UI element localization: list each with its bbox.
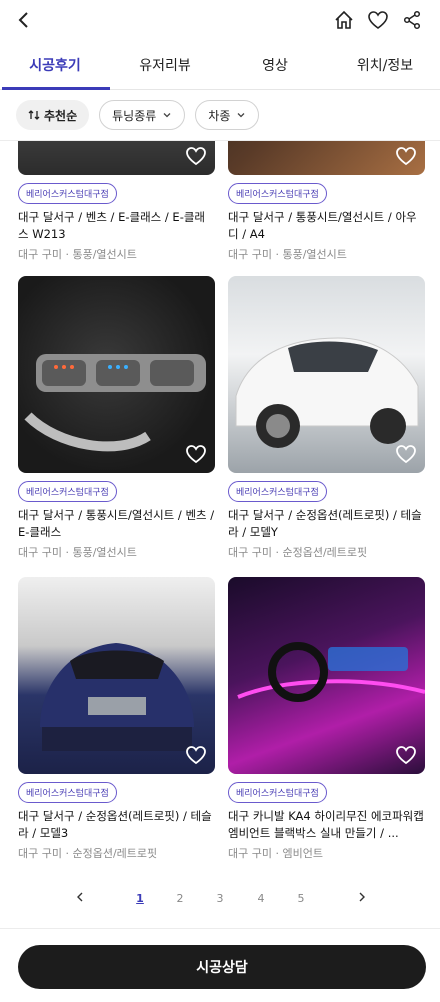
tab-construction-reviews[interactable]: 시공후기 [0,44,110,90]
review-title: 대구 달서구 / 통풍시트/열선시트 / 아우디 / A4 [228,210,417,241]
review-card[interactable]: 베리어스커스텀대구점 대구 달서구 / 순정옵션(레트로핏) / 테슬라 / 모… [18,577,215,861]
chevron-down-icon [237,113,245,118]
bottom-bar: 시공상담 [0,928,440,1002]
tab-location-info[interactable]: 위치/정보 [330,44,440,89]
heart-icon[interactable] [395,443,417,465]
heart-icon[interactable] [185,443,207,465]
review-meta: 대구 구미 · 엠비언트 [228,847,323,860]
home-icon [335,10,353,29]
filter-bar: 추천순 튜닝종류 차종 [16,100,260,130]
tab-bar: 시공후기 유저리뷰 영상 위치/정보 [0,44,440,90]
review-photo [228,577,425,774]
review-meta: 대구 구미 · 순정옵션/레트로핏 [18,847,158,860]
review-photo [18,577,215,774]
review-title: 대구 달서구 / 순정옵션(레트로핏) / 테슬라 / 모델Y [228,508,422,539]
pagination: 1 2 3 4 5 [0,892,440,912]
shop-badge: 베리어스커스텀대구점 [228,183,327,204]
sort-label: 추천순 [44,108,78,123]
top-bar [0,0,440,40]
heart-icon[interactable] [185,145,207,167]
next-page-button[interactable] [352,892,372,905]
shop-badge: 베리어스커스텀대구점 [228,481,327,502]
shop-badge: 베리어스커스텀대구점 [18,782,117,803]
review-title: 대구 달서구 / 순정옵션(레트로핏) / 테슬라 / 모델3 [18,809,212,840]
shop-badge: 베리어스커스텀대구점 [18,481,117,502]
share-button[interactable] [400,8,424,32]
chevron-left-icon [77,892,83,902]
review-card[interactable]: 베리어스커스텀대구점 대구 달서구 / 통풍시트/열선시트 / 아우디 / A4… [228,141,425,262]
tab-user-reviews[interactable]: 유저리뷰 [110,44,220,89]
prev-page-button[interactable] [70,892,90,905]
home-button[interactable] [332,8,356,32]
heart-icon [368,11,388,29]
review-photo [18,276,215,473]
tab-videos[interactable]: 영상 [220,44,330,89]
page-4[interactable]: 4 [251,892,271,905]
page-5[interactable]: 5 [291,892,311,905]
back-button[interactable] [12,8,36,32]
review-card[interactable]: 베리어스커스텀대구점 대구 달서구 / 통풍시트/열선시트 / 벤츠 / E-클… [18,276,215,560]
review-meta: 대구 구미 · 순정옵션/레트로핏 [228,546,368,559]
car-model-select[interactable]: 차종 [195,100,260,130]
review-title: 대구 달서구 / 통풍시트/열선시트 / 벤츠 / E-클래스 [18,508,215,539]
car-model-label: 차종 [208,108,231,123]
heart-icon[interactable] [395,145,417,167]
shop-badge: 베리어스커스텀대구점 [18,183,117,204]
review-photo [228,141,425,175]
sort-button[interactable]: 추천순 [16,100,90,130]
review-title: 대구 카니발 KA4 하이리무진 에코파워캡 엠비언트 블랙박스 실내 만들기 … [228,809,424,840]
review-photo [18,141,215,175]
tuning-type-label: 튜닝종류 [112,108,157,123]
sort-icon [28,110,40,120]
tuning-type-select[interactable]: 튜닝종류 [99,100,186,130]
review-photo [228,276,425,473]
heart-icon[interactable] [185,744,207,766]
page-3[interactable]: 3 [210,892,230,905]
share-icon [403,10,421,30]
review-card[interactable]: 베리어스커스텀대구점 대구 달서구 / 순정옵션(레트로핏) / 테슬라 / 모… [228,276,425,560]
review-grid: 베리어스커스텀대구점 대구 달서구 / 벤츠 / E-클래스 / E-클래스 W… [0,141,440,869]
review-card[interactable]: 베리어스커스텀대구점 대구 카니발 KA4 하이리무진 에코파워캡 엠비언트 블… [228,577,425,861]
consultation-button[interactable]: 시공상담 [18,945,426,989]
chevron-left-icon [18,12,28,28]
heart-icon[interactable] [395,744,417,766]
review-title: 대구 달서구 / 벤츠 / E-클래스 / E-클래스 W213 [18,210,206,241]
chevron-down-icon [163,113,171,118]
shop-badge: 베리어스커스텀대구점 [228,782,327,803]
review-card[interactable]: 베리어스커스텀대구점 대구 달서구 / 벤츠 / E-클래스 / E-클래스 W… [18,141,215,262]
page-1[interactable]: 1 [130,892,150,905]
review-meta: 대구 구미 · 통풍/열선시트 [18,248,137,261]
page-2[interactable]: 2 [170,892,190,905]
review-meta: 대구 구미 · 통풍/열선시트 [228,248,347,261]
review-meta: 대구 구미 · 통풍/열선시트 [18,546,137,559]
favorite-button[interactable] [366,8,390,32]
chevron-right-icon [359,892,365,902]
